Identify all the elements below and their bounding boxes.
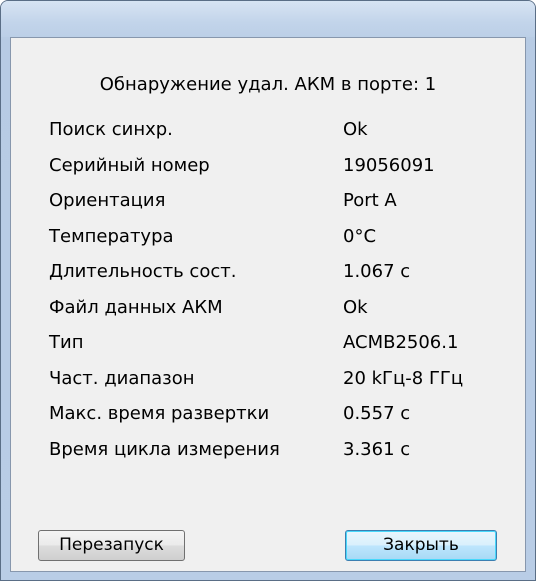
restart-button[interactable]: Перезапуск (38, 530, 185, 561)
info-label: Поиск синхр. (49, 119, 173, 140)
info-label: Ориентация (49, 190, 166, 211)
close-button[interactable]: Закрыть (345, 530, 497, 561)
info-value: Ok (343, 296, 368, 318)
info-value: ACMB2506.1 (343, 332, 459, 353)
info-value: Port A (343, 190, 397, 211)
info-value: 0°C (343, 225, 377, 247)
info-label: Длительность сост. (49, 261, 237, 282)
dialog-heading: Обнаружение удал. АКМ в порте: 1 (99, 74, 437, 95)
info-label: Время цикла измерения (49, 438, 280, 460)
info-label: Серийный номер (49, 154, 210, 176)
info-label: Файл данных АКМ (49, 296, 223, 318)
info-value: 1.067 с (343, 261, 411, 282)
info-value: 0.557 с (343, 403, 411, 424)
info-label: Тип (49, 332, 84, 353)
info-value: 3.361 с (343, 438, 411, 460)
info-label: Макс. время развертки (49, 403, 270, 424)
dialog-client-area: Обнаружение удал. АКМ в порте: 1 Поиск с… (10, 37, 526, 572)
title-bar[interactable] (1, 1, 535, 37)
dialog-window: Обнаружение удал. АКМ в порте: 1 Поиск с… (0, 0, 536, 581)
info-label: Част. диапазон (49, 367, 195, 389)
info-value: 20 kГц-8 ГГц (343, 367, 464, 389)
info-value: Ok (343, 119, 368, 140)
info-label: Температура (49, 225, 174, 247)
info-value: 19056091 (343, 154, 435, 176)
